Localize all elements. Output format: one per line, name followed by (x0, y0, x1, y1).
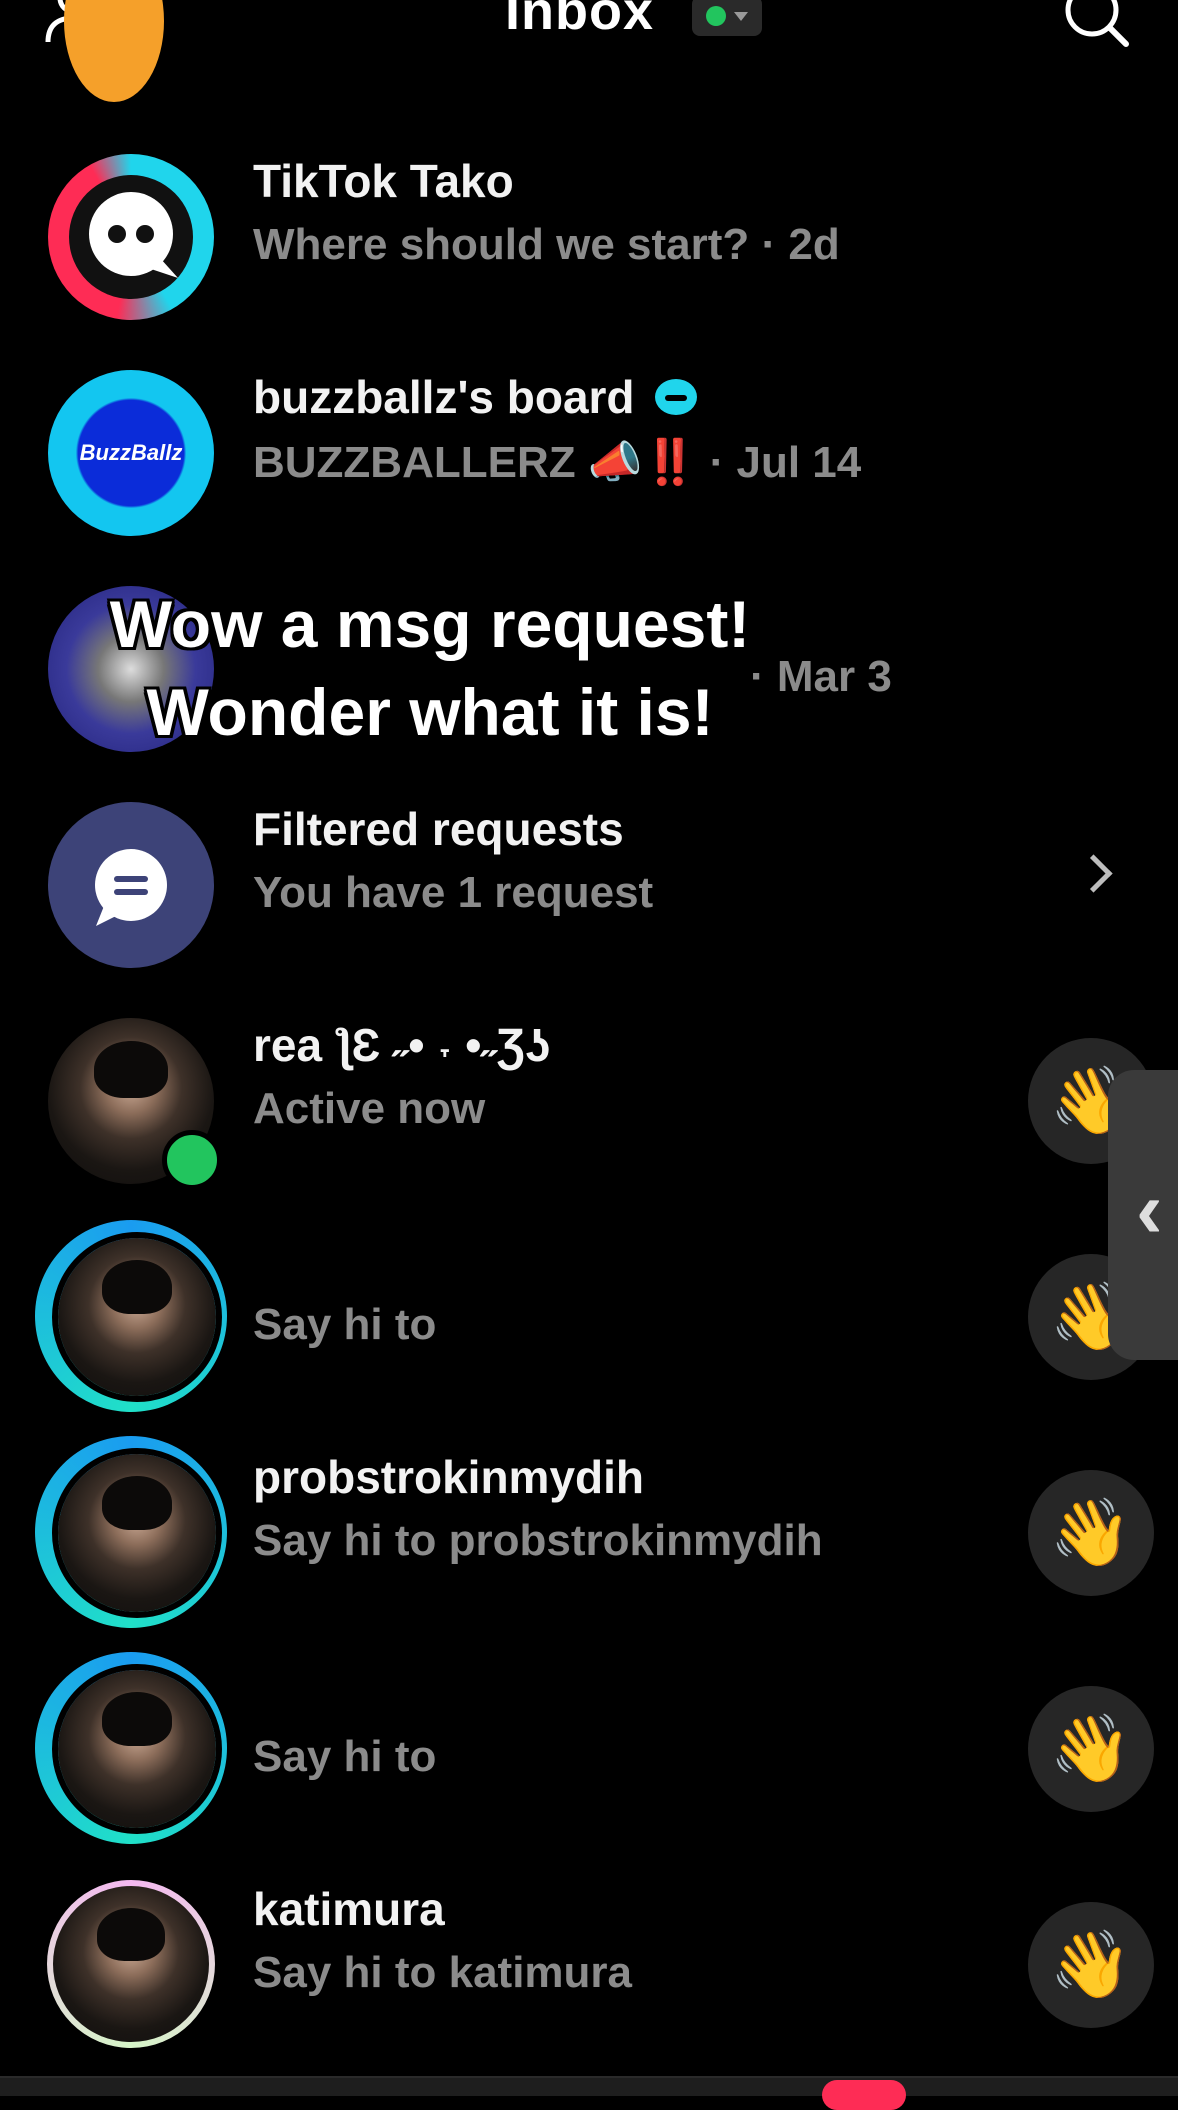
avatar[interactable] (64, 0, 164, 102)
person-row-probstrokinmydih[interactable]: probstrokinmydih Say hi to probstrokinmy… (0, 1436, 1178, 1666)
inbox-notification-badge (822, 2080, 906, 2110)
conversation-row-buzzballz[interactable]: BuzzBallz buzzballz's board BUZZBALLERZ … (0, 370, 1178, 586)
person-status: Say hi to probstrokinmydih (253, 1516, 823, 1565)
filtered-requests-avatar (48, 802, 214, 968)
caption-line-1: Wow a msg request! (109, 587, 751, 661)
avatar (52, 1664, 222, 1834)
person-row[interactable]: Say hi to 👋 (0, 1220, 1178, 1450)
person-row-katimura[interactable]: katimura Say hi to katimura 👋 (0, 1880, 1178, 2098)
buzzballz-logo: BuzzBallz (79, 440, 183, 465)
person-name: rea ƪƐ ˶• ˕ •˶Ʒʖ (253, 1019, 551, 1071)
wave-icon: 👋 (1049, 1495, 1133, 1569)
online-status-dot (706, 6, 726, 26)
bottom-nav-bar (0, 2076, 1178, 2096)
person-name: probstrokinmydih (253, 1451, 645, 1503)
person-row-rea[interactable]: rea ƪƐ ˶• ˕ •˶Ʒʖ Active now 👋 (0, 1018, 1178, 1234)
person-row[interactable]: Say hi to 👋 (0, 1652, 1178, 1882)
conversation-name: TikTok Tako (253, 155, 514, 207)
buzzballz-avatar: BuzzBallz (48, 370, 214, 536)
wave-icon: 👋 (1049, 1927, 1133, 2001)
conversation-row-tiktok-tako[interactable]: TikTok Tako Where should we start? · 2d (0, 154, 1178, 370)
board-badge-icon (655, 379, 698, 415)
chevron-right-icon (1074, 854, 1113, 893)
tako-avatar (48, 154, 214, 320)
online-status-toggle[interactable] (692, 0, 762, 36)
chat-bubble-icon (69, 175, 193, 299)
chevron-left-icon: ‹ (1136, 1165, 1163, 1254)
caption-line-2: Wonder what it is! (146, 675, 714, 749)
page-title: Inbox (505, 0, 654, 41)
divider (0, 2076, 1178, 2078)
wave-icon: 👋 (1049, 1711, 1133, 1785)
avatar (52, 1232, 222, 1402)
wave-button[interactable]: 👋 (1028, 1902, 1154, 2028)
filtered-requests-row[interactable]: Filtered requests You have 1 request (0, 802, 1178, 1018)
person-status: Active now (253, 1084, 486, 1133)
video-caption-overlay: Wow a msg request! Wonder what it is! (40, 580, 820, 756)
conversation-preview: BUZZBALLERZ 📣‼️ · Jul 14 (253, 438, 862, 487)
avatar (53, 1886, 209, 2042)
filtered-requests-title: Filtered requests (253, 803, 624, 855)
person-status: Say hi to katimura (253, 1948, 633, 1997)
wave-button[interactable]: 👋 (1028, 1686, 1154, 1812)
side-drawer-handle[interactable]: ‹ (1108, 1070, 1178, 1360)
wave-button[interactable]: 👋 (1028, 1470, 1154, 1596)
person-status: Say hi to (253, 1300, 437, 1349)
person-status: Say hi to (253, 1732, 437, 1781)
conversation-preview: Where should we start? · 2d (253, 220, 840, 269)
search-icon[interactable] (1060, 0, 1132, 50)
filtered-requests-count: You have 1 request (253, 868, 654, 917)
conversation-name: buzzballz's board (253, 370, 699, 424)
online-indicator (162, 1130, 222, 1190)
person-name: katimura (253, 1883, 445, 1935)
inbox-header: Inbox (0, 0, 1178, 78)
avatar (52, 1448, 222, 1618)
message-request-icon (95, 849, 167, 926)
chevron-down-icon (734, 12, 748, 21)
